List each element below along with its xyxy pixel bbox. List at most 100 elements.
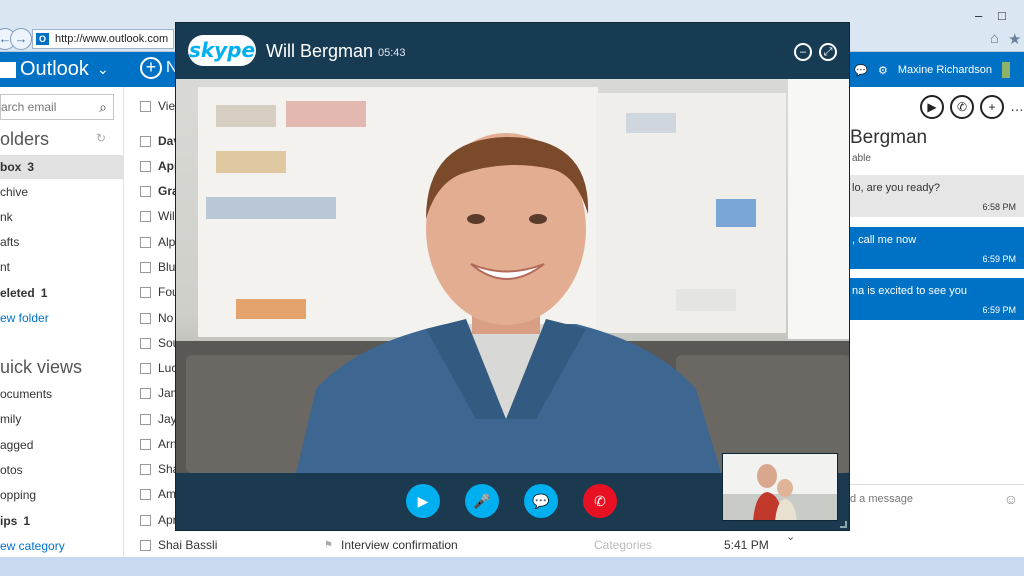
new-folder-link[interactable]: ew folder [0,306,123,330]
home-icon[interactable]: ⌂ [990,30,999,47]
row-time: 5:41 PM [724,538,769,552]
quick-view-label: mily [0,412,22,426]
quick-view-documents[interactable]: ocuments [0,382,123,406]
quick-view-label: ocuments [0,387,53,401]
folder-archive[interactable]: chive [0,180,123,204]
im-button[interactable]: 💬 [524,484,558,518]
row-checkbox[interactable] [140,363,151,374]
folder-label: ew folder [0,311,49,325]
row-checkbox[interactable] [140,540,151,551]
row-checkbox[interactable] [140,136,151,147]
minimize-icon[interactable]: – [794,43,812,61]
taskbar [0,557,1024,576]
quick-view-label: ew category [0,539,65,553]
folder-count: 1 [40,286,48,300]
folder-inbox[interactable]: box 3 [0,155,123,179]
call-duration: 05:43 [378,47,406,59]
folder-deleted[interactable]: eleted 1 [0,281,123,305]
messaging-icon[interactable]: 💬 [854,64,868,77]
search-placeholder: arch email [1,100,57,114]
outlook-envelope-icon [0,61,16,78]
folder-pane: arch email ⌕ olders ↻ box 3 chive nk afts… [0,87,124,557]
quick-view-count: 1 [23,514,31,528]
outlook-logo[interactable]: Outlook ⌄ [0,58,109,81]
caller-name: Will Bergman [266,41,374,61]
row-sender: Shai Bassli [158,538,218,552]
star-icon[interactable]: ★ [1008,30,1021,48]
chat-message-time: 6:58 PM [982,202,1016,212]
chat-actions: ▶ ✆ + … [920,95,1024,119]
row-checkbox[interactable] [140,439,151,450]
row-checkbox[interactable] [140,186,151,197]
new-category-link[interactable]: ew category [0,534,123,558]
row-checkbox[interactable] [140,101,151,112]
add-icon[interactable]: + [980,95,1004,119]
row-sender: Jay [158,412,177,426]
chevron-down-icon[interactable]: ⌄ [97,61,109,78]
address-bar[interactable]: O http://www.outlook.com [32,29,174,49]
self-view-people [723,454,837,520]
skype-call-window: skype Will Bergman 05:43 – ⤢ ▶ 🎤 💬 ✆ [175,22,850,531]
row-checkbox[interactable] [140,388,151,399]
chat-message-text: , call me now [852,234,917,246]
folder-drafts[interactable]: afts [0,230,123,254]
chevron-down-icon[interactable]: ⌄ [786,530,795,543]
chat-message: lo, are you ready? 6:58 PM [850,175,1024,217]
folder-sent[interactable]: nt [0,255,123,279]
quick-view-flagged[interactable]: agged [0,433,123,457]
expand-icon[interactable]: ⤢ [819,43,837,61]
row-checkbox[interactable] [140,262,151,273]
chat-message-input[interactable]: d a message ☺ [850,484,1024,524]
resize-handle[interactable] [840,521,847,528]
more-icon[interactable]: … [1010,95,1024,119]
video-call-icon[interactable]: ▶ [920,95,944,119]
video-toggle-button[interactable]: ▶ [406,484,440,518]
row-sender: Am [158,487,176,501]
avatar[interactable] [1002,62,1010,78]
user-name[interactable]: Maxine Richardson [898,64,992,76]
emoticon-icon[interactable]: ☺ [1004,491,1018,507]
row-checkbox[interactable] [140,338,151,349]
row-checkbox[interactable] [140,287,151,298]
row-checkbox[interactable] [140,489,151,500]
folders-heading[interactable]: olders [0,129,49,150]
search-icon[interactable]: ⌕ [99,95,107,119]
folder-label: chive [0,185,29,199]
quick-view-family[interactable]: mily [0,407,123,431]
refresh-icon[interactable]: ↻ [96,131,106,145]
row-checkbox[interactable] [140,211,151,222]
maximize-button[interactable]: □ [998,8,1006,23]
table-row[interactable]: Shai Bassli ⚑ Interview confirmation Cat… [124,533,804,558]
forward-button[interactable]: → [10,28,32,50]
gear-icon[interactable]: ⚙ [878,64,888,77]
row-subject: Interview confirmation [341,538,458,552]
quick-view-photos[interactable]: otos [0,458,123,482]
chat-contact-status: able [852,153,871,164]
search-input[interactable]: arch email ⌕ [0,94,114,120]
mute-microphone-button[interactable]: 🎤 [465,484,499,518]
skype-titlebar: skype Will Bergman 05:43 – ⤢ [176,23,849,79]
chat-message-time: 6:59 PM [982,305,1016,315]
new-button[interactable]: + N [140,57,178,79]
row-checkbox[interactable] [140,464,151,475]
chat-message: na is excited to see you 6:59 PM [850,278,1024,320]
quick-view-tips[interactable]: ips 1 [0,509,123,533]
chat-message-text: na is excited to see you [852,285,967,297]
row-checkbox[interactable] [140,237,151,248]
quick-views-heading[interactable]: uick views [0,357,82,378]
self-view-video[interactable] [722,453,838,521]
shelf-books [216,105,276,127]
chat-message: , call me now 6:59 PM [850,227,1024,269]
minimize-button[interactable]: – [975,8,982,23]
row-checkbox[interactable] [140,313,151,324]
flag-icon[interactable]: ⚑ [324,533,333,558]
end-call-button[interactable]: ✆ [583,484,617,518]
row-checkbox[interactable] [140,414,151,425]
phone-icon[interactable]: ✆ [950,95,974,119]
quick-view-shopping[interactable]: opping [0,483,123,507]
folder-label: afts [0,235,20,249]
row-checkbox[interactable] [140,515,151,526]
row-category[interactable]: Categories [594,533,652,558]
folder-junk[interactable]: nk [0,205,123,229]
row-checkbox[interactable] [140,161,151,172]
